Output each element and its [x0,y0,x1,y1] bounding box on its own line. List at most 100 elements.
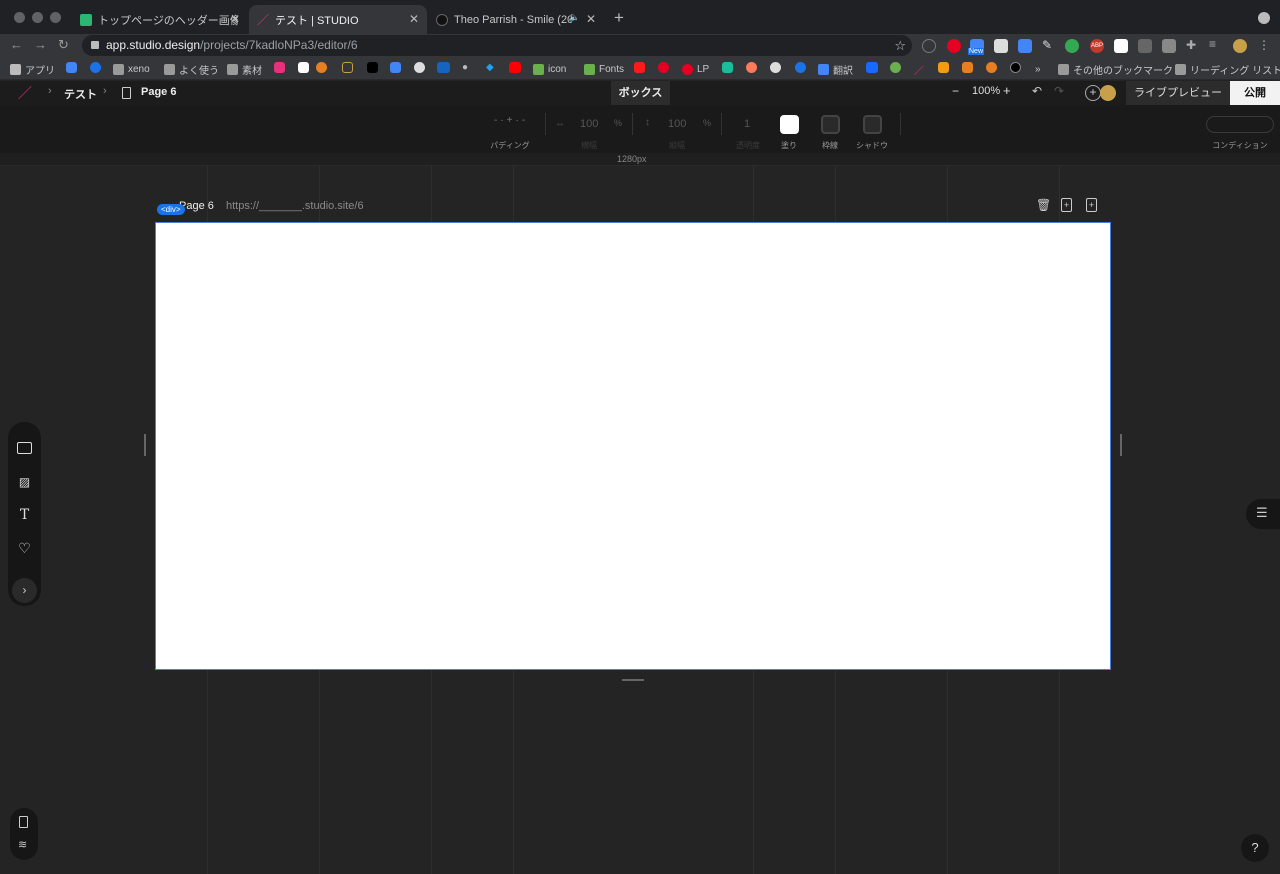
analytics-icon[interactable] [938,62,949,73]
new-tab-button[interactable]: + [614,8,624,28]
condition-toggle[interactable] [1206,116,1274,133]
width-unit[interactable]: % [614,118,622,128]
tab-box[interactable]: ボックス [611,81,670,105]
bookmark-favicon-icon[interactable] [437,62,450,73]
reading-list-button[interactable]: リーディング リスト [1175,62,1280,77]
breadcrumb-project[interactable]: テスト [64,86,97,102]
pinterest-icon[interactable] [658,62,669,73]
heart-icon[interactable]: ♡ [17,541,32,556]
info-icon[interactable] [922,39,936,53]
calendar-icon[interactable] [66,62,77,73]
bookmark-favicon-icon[interactable] [414,62,425,73]
bookmark-favicon-icon[interactable] [367,62,378,73]
bookmark-favicon-icon[interactable] [986,62,997,73]
canva-icon[interactable] [1114,39,1128,53]
reload-icon[interactable]: ↻ [58,37,69,53]
padding-icon[interactable]: -·+·- [494,115,528,126]
forward-icon[interactable]: → [34,37,47,52]
close-window-button[interactable] [14,12,25,23]
bookmark-favicon-icon[interactable] [274,62,285,73]
bookmark-item[interactable]: 翻訳 [818,62,853,77]
add-page-icon[interactable]: + [1086,198,1097,212]
right-panel-toggle[interactable]: ☰ [1246,499,1280,529]
bookmark-item[interactable]: アプリ [10,62,55,77]
bookmark-favicon-icon[interactable] [90,62,101,73]
shadow-swatch[interactable] [863,115,882,134]
studio-logo-icon[interactable]: ／ [18,83,32,103]
speaker-icon[interactable]: 🔈 [569,12,580,23]
puzzle-icon[interactable]: ✚ [1186,38,1200,52]
hubspot-icon[interactable] [746,62,757,73]
zoom-out-button[interactable]: − [952,84,959,98]
resize-handle-bottom[interactable] [622,679,644,681]
trash-icon[interactable]: 🗑 [1036,198,1051,213]
image-icon[interactable]: ▨ [17,475,32,490]
youtube-icon[interactable] [509,62,521,73]
text-icon[interactable]: T [17,508,32,523]
bookmark-favicon-icon[interactable] [722,62,733,73]
zoom-window-button[interactable] [50,12,61,23]
bookmark-item[interactable]: LP [682,62,709,76]
bookmark-favicon-icon[interactable] [1010,62,1021,73]
minimize-window-button[interactable] [32,12,43,23]
resize-handle-left[interactable] [144,434,146,456]
bookmark-item[interactable]: icon [533,62,566,76]
add-collaborator-button[interactable]: + [1085,85,1101,101]
duplicate-page-icon[interactable]: + [1061,198,1072,212]
back-icon[interactable]: ← [10,37,23,52]
notion-icon[interactable] [994,39,1008,53]
list-icon[interactable]: ≡ [1209,37,1223,51]
tab-search-icon[interactable] [1258,12,1270,24]
more-vert-icon[interactable]: ⋮ [1258,38,1270,52]
layers-icon[interactable]: ≋ [18,838,27,851]
height-input[interactable]: 100 [668,118,686,130]
behance-icon[interactable] [866,62,878,73]
chevron-right-icon[interactable]: › [12,578,37,603]
height-unit[interactable]: % [703,118,711,128]
bookmark-item[interactable]: Fonts [584,62,624,76]
apple-icon[interactable]: ● [462,62,473,73]
abp-icon[interactable]: ABP [1090,39,1104,53]
border-swatch[interactable] [821,115,840,134]
page-url[interactable]: https://_______.studio.site/6 [226,200,364,212]
browser-tab-active[interactable]: ／ テスト | STUDIO ✕ [249,5,427,34]
resize-handle-right[interactable] [1120,434,1122,456]
camera-icon[interactable] [1162,39,1176,53]
redo-icon[interactable]: ↷ [1054,84,1064,98]
address-bar[interactable]: app.studio.design/projects/7kadloNPa3/ed… [82,35,912,56]
bookmark-folder[interactable]: xeno [113,62,150,76]
close-icon[interactable]: ✕ [586,12,596,26]
studio-icon[interactable]: ／ [914,62,925,77]
bookmark-star-icon[interactable]: ☆ [894,35,906,56]
browser-tab[interactable]: Theo Parrish - Smile (2021 🔈 ✕ [428,5,604,34]
editor-canvas[interactable]: Page 6 https://_______.studio.site/6 <di… [0,166,1280,874]
bookmark-favicon-icon[interactable] [962,62,973,73]
bookmark-folder[interactable]: 素材 [227,62,262,77]
globe-icon[interactable] [770,62,781,73]
twitter-icon[interactable]: ◆ [486,62,497,73]
avatar-icon[interactable] [1233,39,1247,53]
avatar[interactable] [1100,85,1116,101]
browser-tab[interactable]: トップページのヘッダー画像のサ ✕ [72,5,248,34]
adobe-icon[interactable] [634,62,645,73]
publish-button[interactable]: 公開 [1230,81,1280,105]
close-icon[interactable]: ✕ [409,12,419,26]
undo-icon[interactable]: ↶ [1032,84,1042,98]
pages-icon[interactable] [19,816,28,828]
bookmark-overflow-button[interactable]: » [1035,62,1041,76]
bookmark-favicon-icon[interactable] [316,62,327,73]
folder-icon[interactable] [1138,39,1152,53]
width-input[interactable]: 100 [580,118,598,130]
bookmark-folder[interactable]: その他のブックマーク [1058,62,1173,77]
breadcrumb-page[interactable]: Page 6 [141,86,176,98]
live-preview-button[interactable]: ライブプレビュー [1126,81,1230,105]
help-button[interactable]: ? [1241,834,1269,862]
fill-swatch[interactable] [780,115,799,134]
chrome-icon[interactable] [1065,39,1079,53]
translate-icon[interactable] [390,62,401,73]
translate-icon[interactable] [1018,39,1032,53]
zoom-in-button[interactable]: + [1003,83,1011,98]
opacity-input[interactable]: 1 [744,118,750,130]
bookmark-favicon-icon[interactable] [890,62,901,73]
pen-icon[interactable]: ✎ [1042,38,1056,52]
